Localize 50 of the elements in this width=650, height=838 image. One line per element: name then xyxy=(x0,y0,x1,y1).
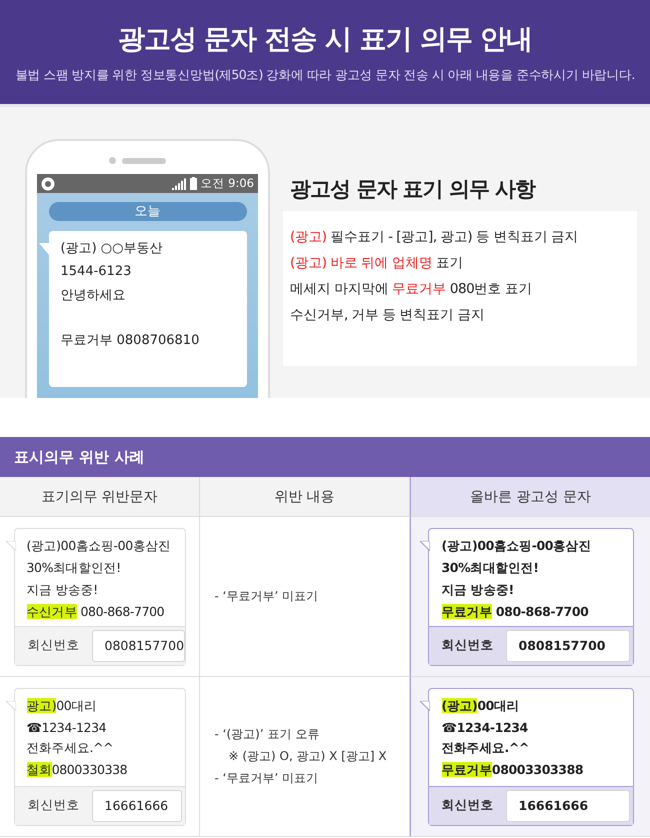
issue-text: - ‘무료거부’ 미표기 xyxy=(214,588,320,605)
message-line: 30%최대할인전! xyxy=(26,560,122,576)
status-time: 오전 9:06 xyxy=(200,176,254,191)
message-line: ☎1234-1234 xyxy=(26,720,108,734)
page-subtitle: 불법 스팸 방지를 위한 정보통신망법(제50조) 강화에 따라 광고성 문자 전송 시 아래 내용을 준수하시기 바랍니다. xyxy=(15,66,635,84)
rule-text: (광고) 바로 뒤에 업체명 표기 xyxy=(290,254,464,272)
message-line: 수신거부 080-868-7700 xyxy=(26,604,166,620)
message-line: 지금 방송중! xyxy=(442,582,515,598)
date-label: 오늘 xyxy=(48,202,246,221)
battery-icon xyxy=(190,177,197,190)
message-line: 지금 방송중! xyxy=(26,582,99,598)
signal-icon xyxy=(172,178,186,190)
speaker-icon xyxy=(122,158,166,164)
message-line: (광고)00홈쇼핑-00홍삼진 xyxy=(26,538,172,554)
page-title: 광고성 문자 전송 시 표기 의무 안내 xyxy=(118,22,532,56)
rule-text: 수신거부, 거부 등 변칙표기 금지 xyxy=(290,306,486,324)
message-line: 30%최대할인전! xyxy=(442,560,540,576)
carrier-logo-icon xyxy=(41,176,55,190)
rule-text: 메세지 마지막에 무료거부 080번호 표기 xyxy=(290,280,533,298)
issue-text: - ‘(광고)’ 표기 오류 xyxy=(214,726,320,743)
reply-label: 회신번호 xyxy=(442,637,494,654)
reply-number-field: 16661666 xyxy=(92,790,182,822)
issue-text: ※ (광고) O, 광고) X [광고] X xyxy=(228,748,388,765)
reply-number-field: 0808157700 xyxy=(92,630,186,662)
message-line: 전화주세요.^^ xyxy=(442,740,530,756)
reply-number-field: 16661666 xyxy=(506,790,630,822)
message-line: 안녕하세요 xyxy=(60,287,126,304)
message-line: 1544-6123 xyxy=(60,264,132,279)
message-line: 광고)00대리 xyxy=(26,698,98,714)
rule-text: (광고) 필수표기 - [광고], 광고) 등 변칙표기 금지 xyxy=(290,228,580,246)
message-line: 무료거부 080-868-7700 xyxy=(442,604,590,620)
column-header: 위반 내용 xyxy=(200,477,410,517)
issue-text: - ‘무료거부’ 미표기 xyxy=(214,770,320,787)
message-line: (광고)00대리 xyxy=(442,698,520,714)
message-line: 무료거부 0808706810 xyxy=(60,332,200,349)
rules-title: 광고성 문자 표기 의무 사항 xyxy=(290,176,537,203)
message-line: 전화주세요.^^ xyxy=(26,740,114,756)
camera-icon xyxy=(109,157,116,164)
column-header: 표기의무 위반문자 xyxy=(0,477,200,517)
reply-label: 회신번호 xyxy=(442,797,494,814)
message-line: 철회 0800330338 xyxy=(26,762,128,778)
section-title: 표시의무 위반 사례 xyxy=(0,437,650,477)
reply-label: 회신번호 xyxy=(28,637,80,654)
reply-number-field: 0808157700 xyxy=(506,630,630,662)
message-line: ☎1234-1234 xyxy=(442,720,529,734)
message-line: 무료거부08003303388 xyxy=(442,762,584,778)
column-header: 올바른 광고성 문자 xyxy=(410,477,650,517)
message-line: (광고) ○○부동산 xyxy=(60,240,164,257)
message-line: (광고)00홈쇼핑-00홍삼진 xyxy=(442,538,592,554)
reply-label: 회신번호 xyxy=(28,797,80,814)
